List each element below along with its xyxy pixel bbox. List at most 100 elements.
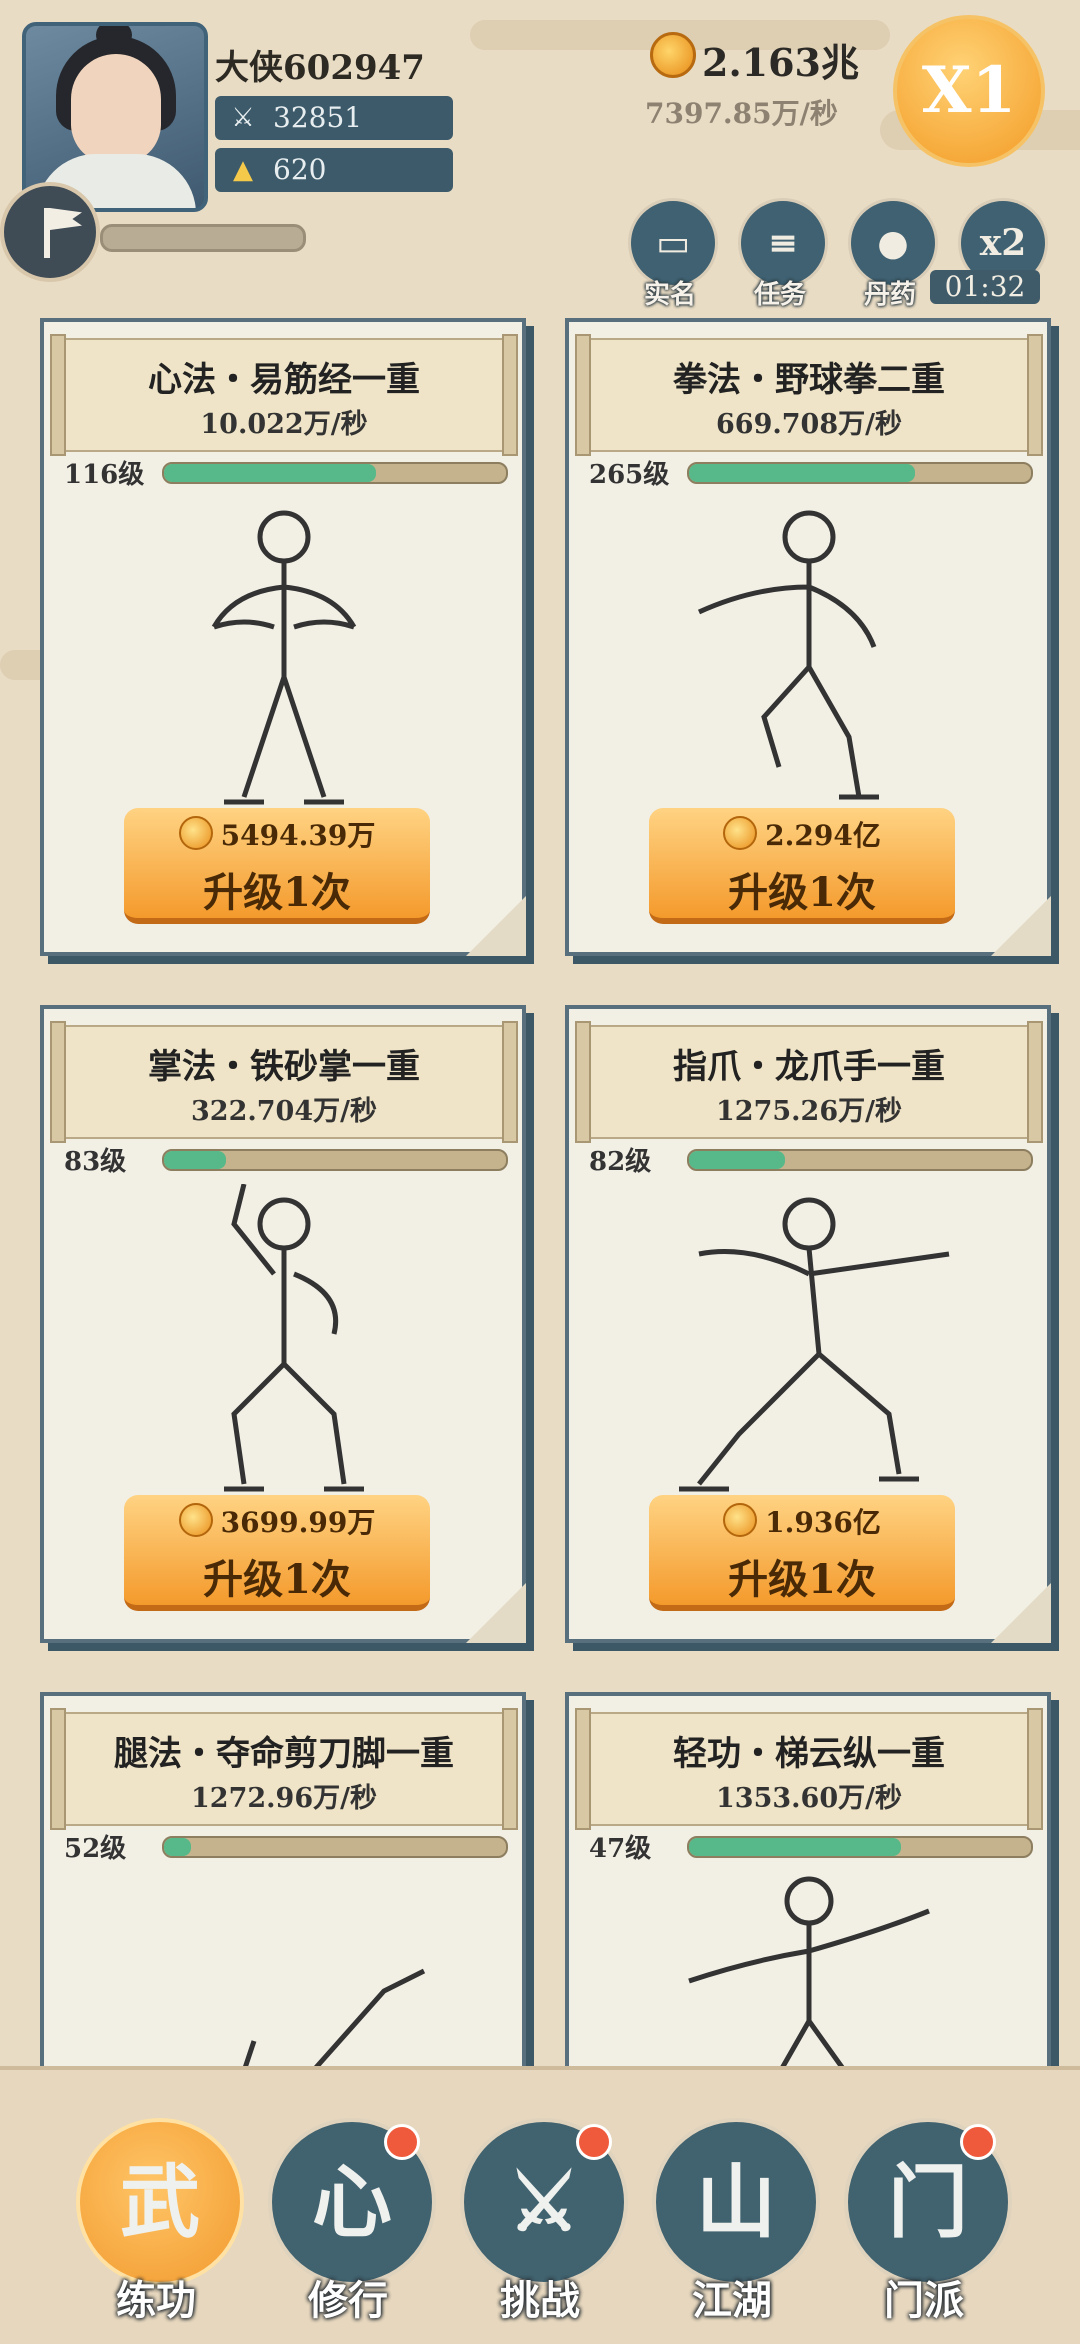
skill-rate: 669.708万/秒 — [716, 409, 902, 440]
upgrade-cost: 5494.39万 — [124, 814, 430, 854]
progress-fill — [689, 1838, 902, 1856]
mountain-icon: 山 — [652, 2118, 820, 2286]
nav-jianghu[interactable]: 山 江湖 — [652, 2118, 820, 2324]
page-corner — [991, 896, 1051, 956]
skill-progress — [162, 462, 508, 484]
nav-train[interactable]: 武 练功 — [76, 2118, 244, 2324]
martial-artist-figure — [224, 1184, 364, 1492]
upgrade-button[interactable]: 1.936亿 升级1次 — [649, 1495, 955, 1611]
skill-rate: 322.704万/秒 — [191, 1096, 377, 1127]
martial-artist-figure — [697, 510, 879, 800]
upgrade-label: 升级1次 — [728, 869, 876, 916]
power-stat: ⚔ 32851 — [215, 96, 453, 140]
upgrade-cost: 3699.99万 — [124, 1501, 430, 1541]
multiplier-button[interactable]: X1 — [893, 15, 1045, 167]
upgrade-button[interactable]: 2.294亿 升级1次 — [649, 808, 955, 924]
flag-cloth — [50, 208, 82, 230]
card-banner: 掌法・铁砂掌一重 322.704万/秒 — [50, 1021, 518, 1143]
top-header: 大侠602947 ⚔ 32851 ▲ 620 2.163兆 7397.85万/秒… — [0, 0, 1080, 310]
nav-sect[interactable]: 门 门派 — [844, 2118, 1012, 2324]
skill-level: 116级 — [64, 460, 145, 490]
nav-label: 练功 — [116, 2277, 196, 2324]
nav-label: 门派 — [884, 2277, 964, 2324]
upgrade-label: 升级1次 — [728, 1556, 876, 1603]
skill-rate: 10.022万/秒 — [200, 409, 368, 440]
coin-icon — [723, 816, 758, 850]
coin-icon — [178, 816, 213, 850]
skill-card: 掌法・铁砂掌一重 322.704万/秒 83级 3699.99万 升级1次 — [40, 1005, 526, 1643]
card-banner: 指爪・龙爪手一重 1275.26万/秒 — [575, 1021, 1043, 1143]
skill-title: 指爪・龙爪手一重 — [673, 1047, 945, 1087]
gold-value: 620 — [273, 153, 327, 186]
crossed-swords-icon: ⚔ — [231, 103, 255, 133]
skill-progress — [687, 1149, 1033, 1171]
skill-progress — [162, 1836, 508, 1858]
card-banner: 拳法・野球拳二重 669.708万/秒 — [575, 334, 1043, 456]
notification-dot — [960, 2124, 996, 2160]
nav-label: 江湖 — [692, 2277, 772, 2324]
upgrade-cost: 2.294亿 — [649, 814, 955, 854]
upgrade-button[interactable]: 5494.39万 升级1次 — [124, 808, 430, 924]
skill-level: 47级 — [589, 1834, 652, 1864]
player-name: 大侠602947 — [215, 48, 425, 88]
nav-label: 修行 — [308, 2277, 388, 2324]
quick-label: 任务 — [753, 280, 806, 310]
flag-pole — [44, 208, 50, 258]
player-level-bar — [100, 224, 306, 252]
flag-icon[interactable] — [0, 182, 100, 282]
skill-rate: 1275.26万/秒 — [716, 1096, 902, 1127]
nav-label: 挑战 — [500, 2277, 580, 2324]
notification-dot — [384, 2124, 420, 2160]
martial-artist-figure — [211, 510, 357, 805]
card-banner: 心法・易筋经一重 10.022万/秒 — [50, 334, 518, 456]
skill-progress — [687, 1836, 1033, 1858]
skill-title: 心法・易筋经一重 — [148, 360, 420, 400]
bottom-nav: 武 练功 心 修行 ⚔ 挑战 山 江湖 门 门派 — [0, 2066, 1080, 2344]
nav-challenge[interactable]: ⚔ 挑战 — [460, 2118, 628, 2324]
upgrade-button[interactable]: 3699.99万 升级1次 — [124, 1495, 430, 1611]
page-corner — [991, 1583, 1051, 1643]
quick-label: 实名 — [643, 280, 696, 310]
quick-pills[interactable]: ● 丹药 — [848, 198, 938, 311]
power-value: 32851 — [273, 101, 363, 134]
coin-icon — [723, 1503, 758, 1537]
quick-label: 丹药 — [863, 280, 916, 310]
skill-rate: 1272.96万/秒 — [191, 1783, 377, 1814]
skill-card: 心法・易筋经一重 10.022万/秒 116级 5494.39万 升级1次 — [40, 318, 526, 956]
skill-card: 指爪・龙爪手一重 1275.26万/秒 82级 1.936亿 升级1次 — [565, 1005, 1051, 1643]
double-timer: 01:32 — [930, 270, 1040, 304]
quick-realname[interactable]: ▭ 实名 — [628, 198, 718, 311]
skill-progress — [162, 1149, 508, 1171]
progress-fill — [689, 464, 915, 482]
upgrade-label: 升级1次 — [203, 1556, 351, 1603]
avatar-face — [71, 54, 161, 164]
skill-level: 83级 — [64, 1147, 127, 1177]
skill-card: 拳法・野球拳二重 669.708万/秒 265级 2.294亿 升级1次 — [565, 318, 1051, 956]
progress-fill — [164, 1151, 226, 1169]
gold-ingot-icon: ▲ — [233, 155, 253, 185]
nav-cultivate[interactable]: 心 修行 — [268, 2118, 436, 2324]
gold-stat: ▲ 620 — [215, 148, 453, 192]
skill-level: 82级 — [589, 1147, 652, 1177]
martial-artist-figure — [679, 1197, 950, 1492]
skill-level: 265级 — [589, 460, 670, 490]
skill-progress — [687, 462, 1033, 484]
cost-value: 3699.99万 — [220, 1506, 376, 1539]
skill-level: 52级 — [64, 1834, 127, 1864]
progress-fill — [164, 1838, 192, 1856]
currency-amount: 2.163兆 — [702, 40, 859, 85]
card-banner: 腿法・夺命剪刀脚一重 1272.96万/秒 — [50, 1708, 518, 1830]
upgrade-label: 升级1次 — [203, 869, 351, 916]
upgrade-cost: 1.936亿 — [649, 1501, 955, 1541]
coin-icon — [650, 32, 696, 78]
quick-tasks[interactable]: ≡ 任务 — [738, 198, 828, 311]
cost-value: 5494.39万 — [220, 819, 376, 852]
progress-fill — [689, 1151, 785, 1169]
card-banner: 轻功・梯云纵一重 1353.60万/秒 — [575, 1708, 1043, 1830]
skill-title: 轻功・梯云纵一重 — [673, 1734, 945, 1774]
skill-rate: 1353.60万/秒 — [716, 1783, 902, 1814]
cost-value: 2.294亿 — [765, 819, 881, 852]
martial-stance-icon: 武 — [76, 2118, 244, 2286]
notification-dot — [576, 2124, 612, 2160]
page-corner — [466, 896, 526, 956]
